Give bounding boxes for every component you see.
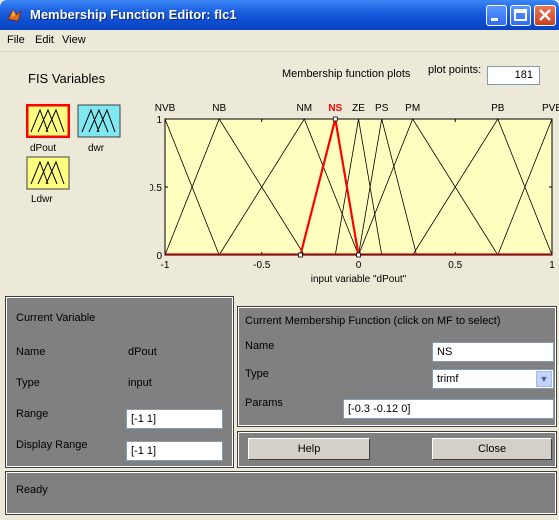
mf-label-pvb[interactable]: PVB [542, 103, 559, 114]
variable-dwr-icon[interactable] [77, 104, 121, 138]
current-mf-title: Current Membership Function (click on MF… [245, 315, 501, 327]
x-tick-label: 0.5 [448, 260, 462, 271]
menu-bar: File Edit View [0, 30, 559, 52]
matlab-icon [7, 9, 22, 22]
close-button[interactable]: Close [432, 438, 552, 460]
close-icon [539, 9, 551, 21]
range-label: Range [16, 408, 49, 420]
current-variable-panel: Current Variable Name dPout Type input R… [5, 296, 234, 468]
display-range-input[interactable]: [-1 1] [126, 441, 223, 461]
y-tick-label: 0.5 [150, 183, 162, 194]
variable-ldwr-label: Ldwr [31, 194, 53, 205]
mf-label-nm[interactable]: NM [297, 103, 313, 114]
range-input[interactable]: [-1 1] [126, 409, 223, 429]
mf-handle[interactable] [332, 116, 338, 122]
plot-points-label: plot points: [428, 64, 482, 76]
button-panel: Help Close [237, 431, 557, 468]
x-tick-label: 1 [549, 260, 555, 271]
plot-area[interactable] [164, 118, 553, 256]
plot-points-input[interactable]: 181 [487, 66, 540, 85]
mf-label-ps[interactable]: PS [375, 103, 389, 114]
y-tick-label: 1 [156, 115, 162, 126]
mf-type-label: Type [245, 368, 269, 380]
variable-type-label: Type [16, 377, 40, 389]
window-title: Membership Function Editor: flc1 [30, 7, 237, 22]
mf-label-nb[interactable]: NB [212, 103, 226, 114]
maximize-icon [514, 9, 527, 21]
current-variable-title: Current Variable [16, 312, 96, 324]
x-tick-label: -0.5 [253, 260, 271, 271]
menu-view[interactable]: View [62, 34, 86, 46]
x-axis-label: input variable "dPout" [311, 274, 407, 285]
mf-params-input[interactable]: [-0.3 -0.12 0] [343, 399, 554, 419]
mf-name-label: Name [245, 340, 275, 352]
variable-type-value: input [128, 377, 152, 389]
help-button[interactable]: Help [248, 438, 370, 460]
close-window-button[interactable] [534, 5, 556, 26]
mf-label-pm[interactable]: PM [405, 103, 420, 114]
mf-name-input[interactable]: NS [432, 342, 554, 362]
variable-dpout-label: dPout [30, 143, 57, 154]
variable-dwr-label: dwr [88, 143, 105, 154]
variable-ldwr-icon[interactable] [26, 156, 70, 190]
menu-edit[interactable]: Edit [35, 34, 54, 46]
mf-label-ze[interactable]: ZE [352, 103, 365, 114]
display-range-label: Display Range [16, 439, 88, 451]
mf-handle[interactable] [356, 252, 361, 258]
minimize-button[interactable] [486, 5, 507, 26]
variable-dpout-icon[interactable] [25, 103, 71, 139]
status-text: Ready [16, 484, 48, 496]
mf-label-ns[interactable]: NS [328, 103, 342, 114]
mf-plots-title: Membership function plots [282, 68, 411, 80]
title-bar: Membership Function Editor: flc1 [0, 0, 559, 30]
mf-label-pb[interactable]: PB [491, 103, 505, 114]
mf-label-nvb[interactable]: NVB [155, 103, 176, 114]
fis-variables-title: FIS Variables [28, 71, 106, 86]
mf-handle[interactable] [298, 252, 303, 258]
mf-params-label: Params [245, 397, 283, 409]
x-tick-label: -1 [161, 260, 170, 271]
mf-type-select[interactable]: trimf ▼ [432, 369, 554, 389]
status-bar: Ready [5, 471, 557, 515]
maximize-button[interactable] [510, 5, 531, 26]
variable-name-value: dPout [128, 346, 157, 358]
membership-function-plot[interactable]: 00.51-1 -0.5 0 0.5 1input variable "dPout"NV… [150, 95, 559, 295]
x-tick-label: 0 [356, 260, 362, 271]
chevron-down-icon[interactable]: ▼ [536, 371, 552, 387]
variable-name-label: Name [16, 346, 46, 358]
mf-type-value: trimf [437, 373, 459, 385]
minimize-icon [491, 18, 498, 21]
current-mf-panel: Current Membership Function (click on MF… [237, 306, 557, 427]
menu-file[interactable]: File [7, 34, 25, 46]
